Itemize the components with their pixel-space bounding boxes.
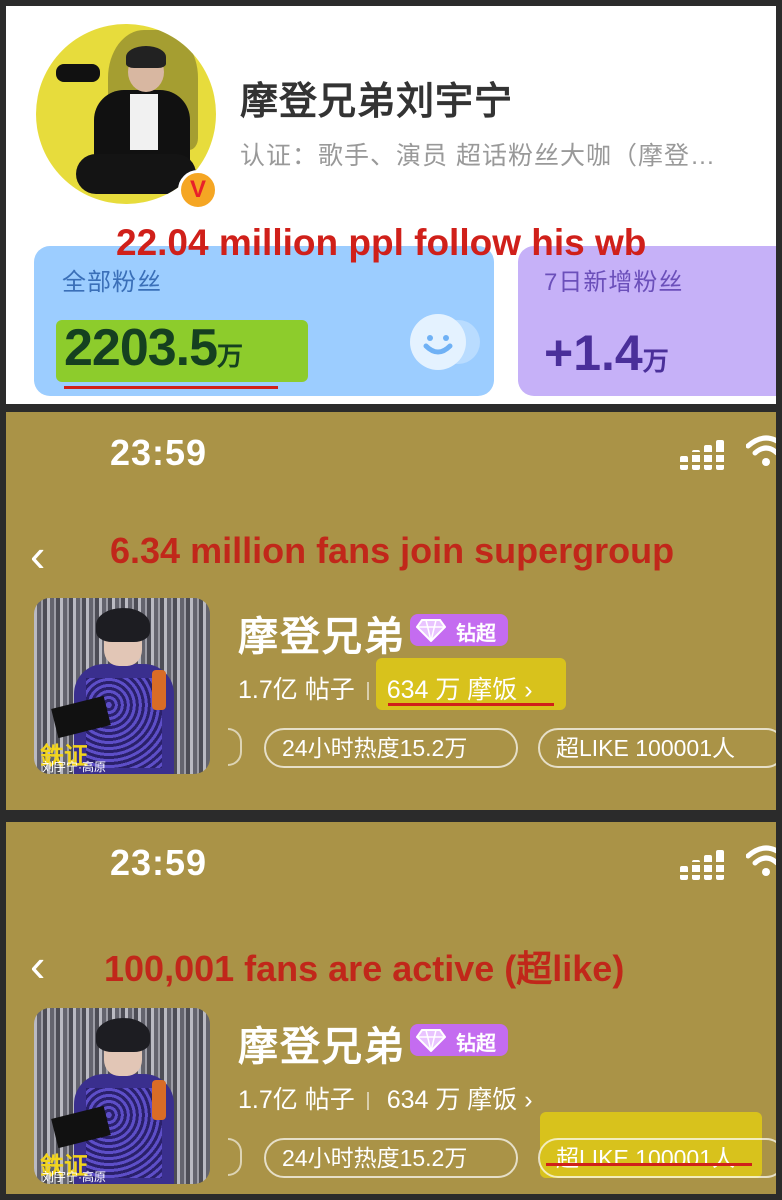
members-count-link[interactable]: 634 万 摩饭 › (381, 1086, 539, 1114)
bottle-graphic (152, 670, 166, 710)
diamond-icon (416, 619, 446, 642)
wifi-icon (746, 435, 776, 466)
stats-divider (366, 1092, 369, 1111)
supergroup-cover-image[interactable]: 鉄证 刘宇宁·高原 (34, 598, 210, 774)
supergroup-panel-superlike: 23:59 ‹ 100,001 fans are active (超like) … (6, 822, 776, 1194)
truncated-pill (228, 1138, 242, 1176)
supergroup-panel-fans: 23:59 ‹ 6.34 million fans join supergrou… (6, 412, 776, 810)
super-like-pill[interactable]: 超LIKE 100001人 (538, 728, 776, 768)
diamond-tier-tag[interactable]: 钻超 (410, 1024, 508, 1056)
all-fans-count: 2203.5万 (64, 319, 243, 377)
supergroup-name: 摩登兄弟 (238, 1025, 406, 1069)
annotation-caption: 22.04 million ppl follow his wb (116, 222, 647, 263)
heat-24h-pill[interactable]: 24小时热度15.2万 (264, 1138, 518, 1178)
bottle-graphic (152, 1080, 166, 1120)
profile-panel: V 摩登兄弟刘宇宁 认证：歌手、演员 超话粉丝大咖（摩登… 全部粉丝 2203.… (6, 6, 776, 404)
tier-tag-label: 钻超 (456, 623, 496, 645)
heat-24h-pill[interactable]: 24小时热度15.2万 (264, 728, 518, 768)
annotation-underline (64, 386, 278, 389)
annotation-underline (546, 1163, 752, 1166)
profile-name: 摩登兄弟刘宇宁 (240, 81, 514, 123)
avatar-shirt (130, 94, 158, 150)
new-fans-label: 7日新增粉丝 (544, 269, 684, 296)
verification-text: 认证：歌手、演员 超话粉丝大咖（摩登… (240, 142, 716, 170)
super-like-pill[interactable]: 超LIKE 100001人 (538, 1138, 776, 1178)
new-fans-unit: 万 (642, 346, 669, 376)
verified-badge-icon: V (178, 170, 218, 210)
hairdryer-graphic (56, 64, 100, 82)
supergroup-cover-image[interactable]: 鉄证 刘宇宁·高原 (34, 1008, 210, 1184)
cellular-signal-icon (680, 850, 728, 880)
status-time: 23:59 (110, 842, 208, 883)
posts-count: 1.7亿 帖子 (238, 676, 355, 704)
all-fans-unit: 万 (217, 341, 243, 371)
supergroup-stats: 1.7亿 帖子 634 万 摩饭 › (238, 670, 539, 706)
all-fans-label: 全部粉丝 (62, 269, 162, 296)
all-fans-card[interactable]: 全部粉丝 2203.5万 (34, 246, 494, 396)
new-fans-count: +1.4万 (544, 325, 669, 381)
tier-tag-label: 钻超 (456, 1033, 496, 1055)
stats-divider (366, 682, 369, 701)
annotation-caption: 100,001 fans are active (超like) (104, 948, 625, 989)
annotation-caption: 6.34 million fans join supergroup (110, 530, 675, 571)
poster-hair (96, 608, 150, 642)
supergroup-name: 摩登兄弟 (238, 615, 406, 659)
poster-subtitle: 刘宇宁·高原 (42, 1170, 106, 1184)
cellular-signal-icon (680, 440, 728, 470)
truncated-pill (228, 728, 242, 766)
poster-hair (96, 1018, 150, 1052)
wifi-icon (746, 845, 776, 876)
diamond-tier-tag[interactable]: 钻超 (410, 614, 508, 646)
diamond-icon (416, 1029, 446, 1052)
new-fans-7d-card[interactable]: 7日新增粉丝 +1.4万 (518, 246, 776, 396)
members-count-link[interactable]: 634 万 摩饭 › (381, 676, 539, 704)
fans-group-icon (410, 314, 480, 370)
avatar-hair (126, 46, 166, 68)
poster-subtitle: 刘宇宁·高原 (42, 760, 106, 774)
back-chevron-icon[interactable]: ‹ (30, 532, 45, 578)
annotation-underline (388, 703, 554, 706)
posts-count: 1.7亿 帖子 (238, 1086, 355, 1114)
back-chevron-icon[interactable]: ‹ (30, 942, 45, 988)
supergroup-stats: 1.7亿 帖子 634 万 摩饭 › (238, 1080, 539, 1116)
status-time: 23:59 (110, 432, 208, 473)
